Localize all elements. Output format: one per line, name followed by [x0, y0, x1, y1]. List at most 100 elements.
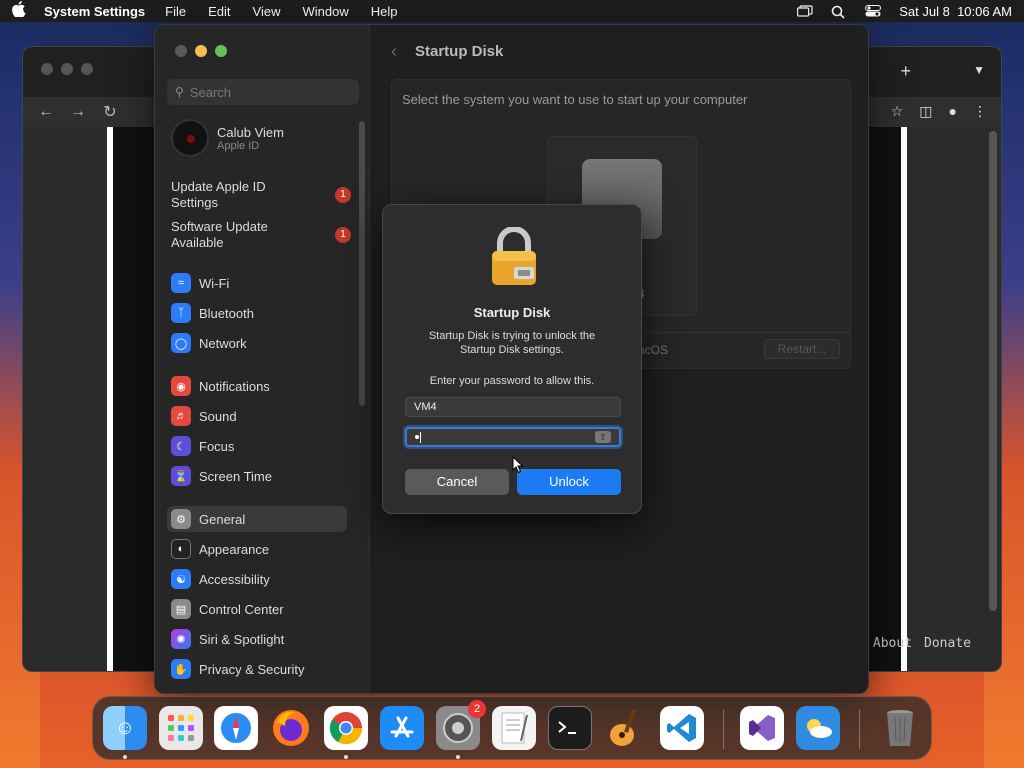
- browser-zoom-button[interactable]: [81, 63, 93, 75]
- app-name-menu[interactable]: System Settings: [44, 4, 145, 19]
- more-menu-icon[interactable]: ⋮: [973, 103, 987, 120]
- password-dot: [415, 435, 419, 440]
- profile-name: Calub Viem: [217, 124, 284, 140]
- sidebar-item-general[interactable]: ⚙ General: [167, 506, 347, 532]
- apple-id-profile[interactable]: Calub Viem Apple ID: [171, 119, 284, 157]
- sidebar-item-label: General: [199, 511, 246, 527]
- sidebar-item-label: Siri & Spotlight: [199, 631, 285, 647]
- browser-minimize-button[interactable]: [61, 63, 73, 75]
- sidebar-item-label: Wi-Fi: [199, 275, 230, 291]
- browser-traffic-lights: [41, 63, 93, 75]
- donate-link[interactable]: Donate: [924, 636, 971, 651]
- forward-arrow-icon[interactable]: →: [69, 103, 87, 121]
- close-button[interactable]: [175, 45, 187, 57]
- firefox-icon[interactable]: [269, 706, 313, 750]
- dock-separator: [723, 709, 724, 749]
- menu-file[interactable]: File: [165, 4, 186, 19]
- sidebar-item-network[interactable]: ◯ Network: [167, 330, 347, 356]
- tab-search-chevron-icon[interactable]: ▼: [973, 63, 985, 77]
- sidebar-search-field[interactable]: ⚲ Search: [167, 79, 359, 105]
- notice-label-line1: Update Apple ID: [171, 179, 266, 194]
- sidebar-item-sound[interactable]: ♬ Sound: [167, 403, 347, 429]
- trash-icon[interactable]: [878, 706, 922, 750]
- sidebar-item-label: Network: [199, 335, 247, 351]
- side-panel-icon[interactable]: ◫: [919, 103, 932, 120]
- search-icon: ⚲: [175, 85, 184, 99]
- menu-view[interactable]: View: [253, 4, 281, 19]
- notice-badge: 1: [335, 227, 351, 243]
- new-tab-button[interactable]: +: [900, 61, 911, 82]
- sidebar-item-label: Privacy & Security: [199, 661, 305, 677]
- sidebar-item-wifi[interactable]: ≈ Wi-Fi: [167, 270, 347, 296]
- sidebar-item-appearance[interactable]: ◐ Appearance: [167, 536, 347, 562]
- browser-close-button[interactable]: [41, 63, 53, 75]
- menu-bar-clock[interactable]: Sat Jul 8 10:06 AM: [899, 4, 1012, 19]
- chrome-icon[interactable]: [324, 706, 368, 750]
- sidebar-item-label: Bluetooth: [199, 305, 254, 321]
- vscode-icon[interactable]: [660, 706, 704, 750]
- keyboard-icon: ⇧: [595, 431, 611, 443]
- page-title: Startup Disk: [415, 43, 504, 60]
- sidebar-item-label: Sound: [199, 408, 237, 424]
- apple-menu-icon[interactable]: [12, 1, 30, 21]
- screen-mirroring-icon[interactable]: [797, 5, 813, 17]
- settings-sidebar: ⚲ Search Calub Viem Apple ID Update Appl…: [155, 25, 370, 693]
- running-indicator: [123, 755, 127, 759]
- mouse-pointer-icon: [512, 455, 524, 474]
- unlock-button[interactable]: Unlock: [517, 469, 621, 495]
- safari-icon[interactable]: [214, 706, 258, 750]
- cancel-button[interactable]: Cancel: [405, 469, 509, 495]
- profile-icon[interactable]: ●: [949, 103, 957, 120]
- restart-button[interactable]: Restart...: [764, 339, 840, 359]
- bell-icon: ◉: [171, 376, 191, 396]
- username-field[interactable]: VM4: [405, 397, 621, 417]
- minimize-button[interactable]: [195, 45, 207, 57]
- back-arrow-icon[interactable]: ←: [37, 103, 55, 121]
- visual-studio-icon[interactable]: [740, 706, 784, 750]
- sidebar-item-focus[interactable]: ☾ Focus: [167, 433, 347, 459]
- sidebar-item-label: Appearance: [199, 541, 270, 557]
- running-indicator: [344, 755, 348, 759]
- browser-scrollbar[interactable]: [989, 131, 997, 611]
- hand-icon: ✋: [171, 659, 191, 679]
- sidebar-item-notifications[interactable]: ◉ Notifications: [167, 373, 347, 399]
- sidebar-item-screen-time[interactable]: ⌛ Screen Time: [167, 463, 347, 489]
- weather-icon[interactable]: [796, 706, 840, 750]
- sidebar-item-siri-spotlight[interactable]: ✺ Siri & Spotlight: [167, 626, 347, 652]
- text-caret: [420, 431, 421, 443]
- zoom-button[interactable]: [215, 45, 227, 57]
- globe-icon: ◯: [171, 333, 191, 353]
- bookmark-star-icon[interactable]: ☆: [891, 103, 904, 120]
- menu-help[interactable]: Help: [371, 4, 398, 19]
- appearance-icon: ◐: [171, 539, 191, 559]
- reload-icon[interactable]: ↻: [101, 102, 119, 122]
- selected-os-label: acOS: [638, 343, 669, 357]
- terminal-icon[interactable]: [548, 706, 592, 750]
- garageband-icon[interactable]: [604, 706, 648, 750]
- sidebar-item-label: Notifications: [199, 378, 270, 394]
- about-link[interactable]: About: [873, 636, 912, 651]
- update-apple-id-notice[interactable]: Update Apple ID Settings 1: [171, 179, 351, 211]
- system-settings-icon[interactable]: 2: [436, 700, 486, 750]
- hourglass-icon: ⌛: [171, 466, 191, 486]
- sidebar-item-accessibility[interactable]: ☯ Accessibility: [167, 566, 347, 592]
- finder-icon[interactable]: ☺: [103, 706, 147, 750]
- main-header: ‹ Startup Disk: [391, 41, 503, 62]
- menu-edit[interactable]: Edit: [208, 4, 230, 19]
- browser-right-tools: ☆ ◫ ● ⋮: [891, 103, 987, 120]
- menu-window[interactable]: Window: [302, 4, 348, 19]
- profile-subtitle: Apple ID: [217, 139, 260, 152]
- sidebar-item-bluetooth[interactable]: ᛉ Bluetooth: [167, 300, 347, 326]
- launchpad-icon[interactable]: [159, 706, 203, 750]
- sidebar-scrollbar[interactable]: [359, 121, 365, 406]
- sidebar-item-control-center[interactable]: ▤ Control Center: [167, 596, 347, 622]
- spotlight-search-icon[interactable]: [831, 5, 847, 19]
- textedit-icon[interactable]: [492, 706, 536, 750]
- app-store-icon[interactable]: [380, 706, 424, 750]
- back-chevron-icon[interactable]: ‹: [391, 41, 397, 62]
- password-field[interactable]: ⇧: [405, 427, 621, 447]
- gear-icon: ⚙: [171, 509, 191, 529]
- sidebar-item-privacy-security[interactable]: ✋ Privacy & Security: [167, 656, 347, 682]
- software-update-notice[interactable]: Software Update Available 1: [171, 219, 351, 251]
- control-center-icon[interactable]: [865, 5, 882, 17]
